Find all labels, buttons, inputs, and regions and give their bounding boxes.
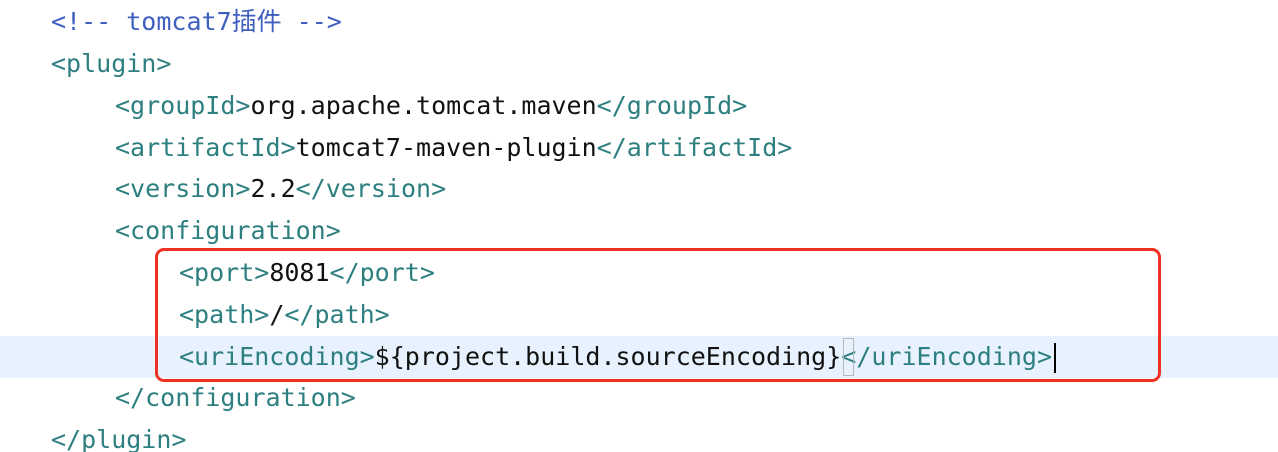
version-close-tag: </version> xyxy=(295,174,447,203)
code-line-version: <version>2.2</version> xyxy=(0,168,1278,210)
plugin-close-tag: </plugin> xyxy=(51,425,187,452)
code-line-uriencoding-current: <uriEncoding>${project.build.sourceEncod… xyxy=(0,336,1278,378)
code-line-comment: <!-- tomcat7插件 --> xyxy=(0,1,1278,43)
text-caret xyxy=(1054,343,1056,373)
groupid-element: <groupId>org.apache.tomcat.maven</groupI… xyxy=(115,85,747,127)
artifactid-close-tag: </artifactId> xyxy=(596,133,793,162)
artifactid-open-tag: <artifactId> xyxy=(115,133,296,162)
uriencoding-value: ${project.build.sourceEncoding} xyxy=(374,342,842,371)
uriencoding-open-tag: <uriEncoding> xyxy=(179,342,375,371)
uriencoding-element: <uriEncoding>${project.build.sourceEncod… xyxy=(179,336,1056,378)
code-line-configuration-close: </configuration> xyxy=(0,377,1278,419)
xml-code-editor[interactable]: <!-- tomcat7插件 --> <plugin> <groupId>org… xyxy=(0,0,1278,452)
code-line-plugin-open: <plugin> xyxy=(0,43,1278,85)
bracket-match-marker: < xyxy=(841,336,856,378)
artifactid-element: <artifactId>tomcat7-maven-plugin</artifa… xyxy=(115,127,792,169)
port-element: <port>8081</port> xyxy=(179,252,435,294)
version-element: <version>2.2</version> xyxy=(115,168,446,210)
groupid-value: org.apache.tomcat.maven xyxy=(250,91,597,120)
code-line-artifactid: <artifactId>tomcat7-maven-plugin</artifa… xyxy=(0,127,1278,169)
code-line-plugin-close: </plugin> xyxy=(0,419,1278,452)
port-close-tag: </port> xyxy=(329,258,435,287)
plugin-open-tag: <plugin> xyxy=(51,49,172,78)
path-value: / xyxy=(269,300,285,329)
code-line-port: <port>8081</port> xyxy=(0,252,1278,294)
xml-comment: <!-- tomcat7插件 --> xyxy=(51,7,342,36)
code-line-configuration-open: <configuration> xyxy=(0,210,1278,252)
code-line-groupid: <groupId>org.apache.tomcat.maven</groupI… xyxy=(0,85,1278,127)
configuration-open-tag: <configuration> xyxy=(115,216,341,245)
version-open-tag: <version> xyxy=(115,174,251,203)
artifactid-value: tomcat7-maven-plugin xyxy=(295,133,597,162)
uriencoding-close-tag: /uriEncoding> xyxy=(856,342,1052,371)
port-open-tag: <port> xyxy=(179,258,270,287)
path-close-tag: </path> xyxy=(284,300,390,329)
port-value: 8081 xyxy=(269,258,330,287)
code-line-path: <path>/</path> xyxy=(0,294,1278,336)
path-open-tag: <path> xyxy=(179,300,270,329)
groupid-open-tag: <groupId> xyxy=(115,91,251,120)
groupid-close-tag: </groupId> xyxy=(596,91,748,120)
path-element: <path>/</path> xyxy=(179,294,390,336)
configuration-close-tag: </configuration> xyxy=(115,383,356,412)
version-value: 2.2 xyxy=(250,174,296,203)
